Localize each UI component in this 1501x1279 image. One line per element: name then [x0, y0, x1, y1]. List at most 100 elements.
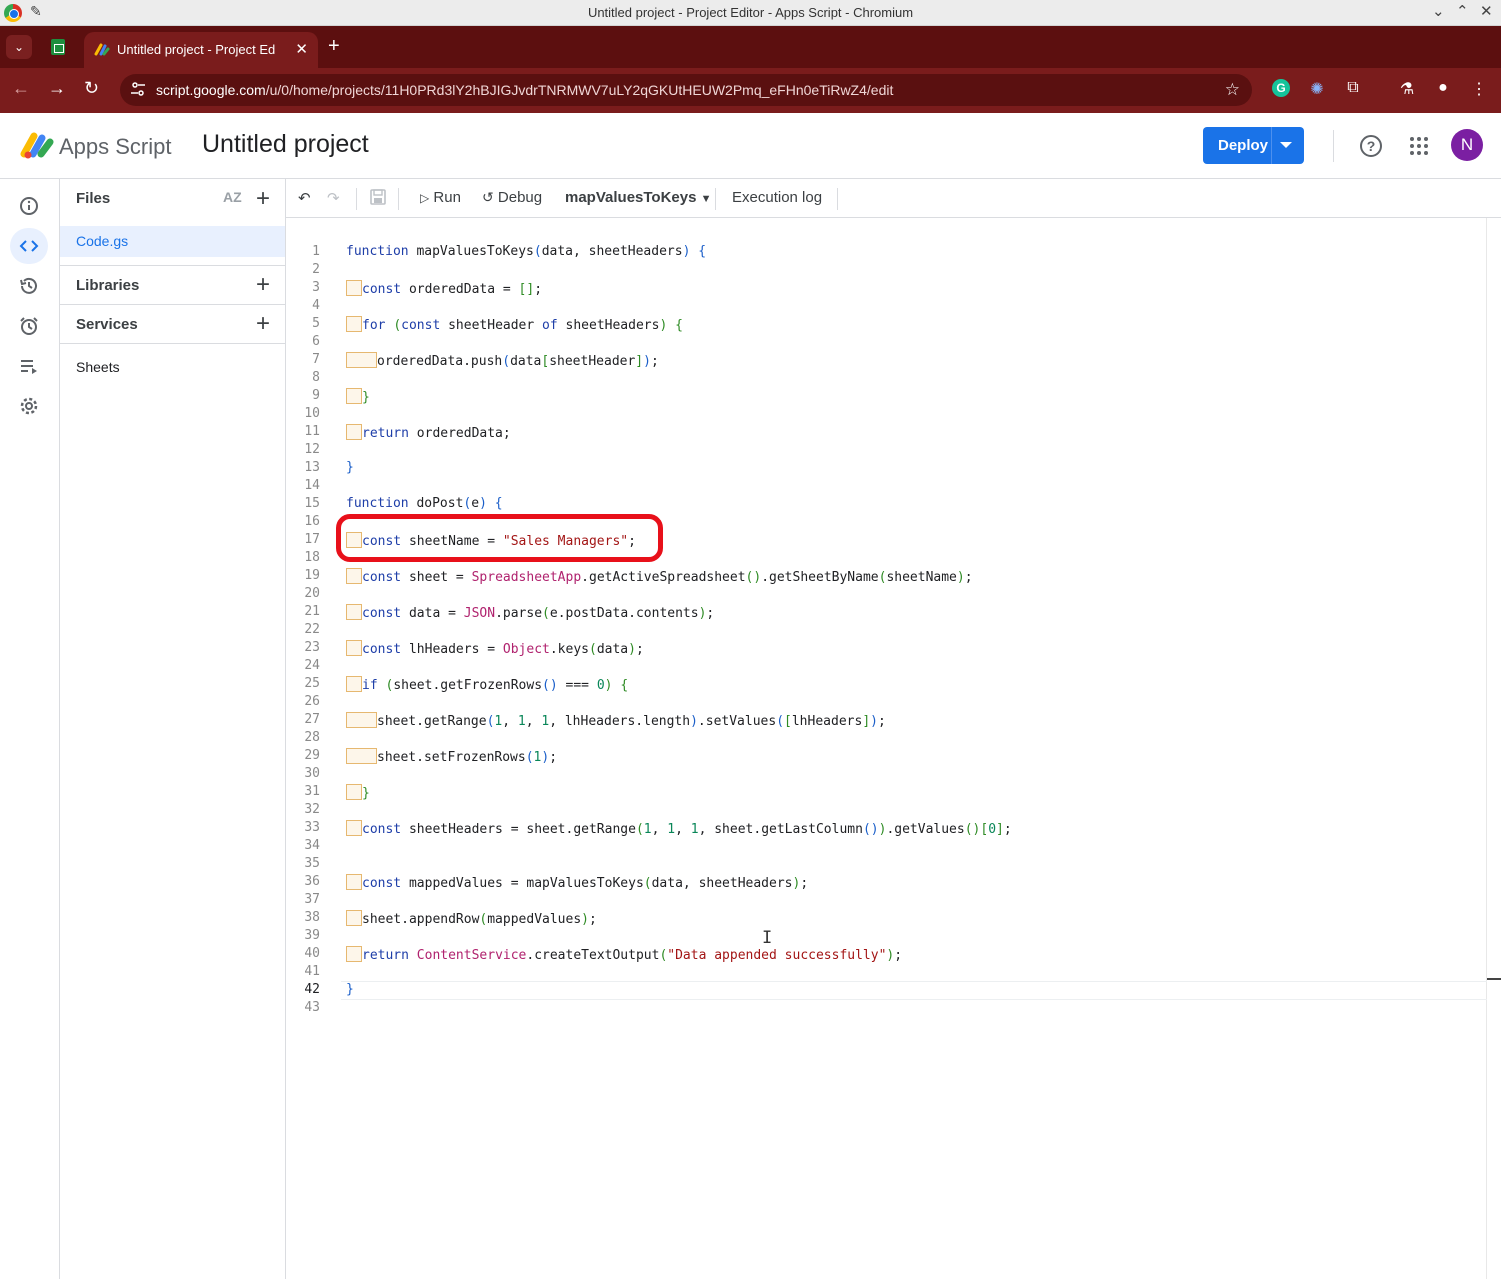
- code-line[interactable]: 21 const data = JSON.parse(e.postData.con…: [286, 604, 1486, 622]
- sheets-icon: [51, 39, 65, 55]
- executions-nav[interactable]: [10, 348, 48, 384]
- code-line[interactable]: 43: [286, 1000, 1486, 1018]
- execution-log-button[interactable]: Execution log: [732, 189, 822, 206]
- code-line[interactable]: 30: [286, 766, 1486, 784]
- service-item-sheets[interactable]: Sheets: [76, 359, 120, 375]
- code-line[interactable]: 8: [286, 370, 1486, 388]
- tab-search-chevron-icon[interactable]: ⌄: [6, 35, 32, 59]
- code-line[interactable]: 33 const sheetHeaders = sheet.getRange(1,…: [286, 820, 1486, 838]
- new-tab-button[interactable]: +: [328, 35, 340, 58]
- line-number: 40: [304, 946, 320, 961]
- project-title[interactable]: Untitled project: [202, 130, 369, 159]
- undo-icon[interactable]: ↶: [298, 189, 311, 207]
- deploy-dropdown-icon[interactable]: [1280, 142, 1292, 148]
- code-line[interactable]: 7 orderedData.push(data[sheetHeader]);: [286, 352, 1486, 370]
- bookmark-star-icon[interactable]: ☆: [1225, 80, 1240, 100]
- overview-nav[interactable]: [10, 188, 48, 224]
- code-line[interactable]: 28: [286, 730, 1486, 748]
- code-line[interactable]: 29 sheet.setFrozenRows(1);: [286, 748, 1486, 766]
- url-text[interactable]: script.google.com/u/0/home/projects/11H0…: [156, 82, 893, 98]
- avatar[interactable]: N: [1451, 129, 1483, 161]
- add-service-button[interactable]: +: [256, 312, 270, 336]
- debug-button[interactable]: ↺ Debug: [482, 189, 542, 206]
- code-line[interactable]: 15 function doPost(e) {: [286, 496, 1486, 514]
- code-line[interactable]: 2: [286, 262, 1486, 280]
- code-line[interactable]: 20: [286, 586, 1486, 604]
- code-line[interactable]: 27 sheet.getRange(1, 1, 1, lhHeaders.leng…: [286, 712, 1486, 730]
- line-number: 34: [304, 838, 320, 853]
- line-content: function mapValuesToKeys(data, sheetHead…: [346, 244, 707, 259]
- code-line[interactable]: 22: [286, 622, 1486, 640]
- save-disk-icon: [370, 189, 386, 205]
- redo-icon[interactable]: ↷: [327, 189, 340, 207]
- code-line[interactable]: 23 const lhHeaders = Object.keys(data);: [286, 640, 1486, 658]
- code-line[interactable]: 32: [286, 802, 1486, 820]
- deploy-button[interactable]: Deploy: [1203, 127, 1304, 164]
- code-line[interactable]: 11 return orderedData;: [286, 424, 1486, 442]
- extension-gear-icon[interactable]: ✺: [1306, 79, 1328, 101]
- code-line[interactable]: 4: [286, 298, 1486, 316]
- code-line[interactable]: 40 return ContentService.createTextOutput…: [286, 946, 1486, 964]
- code-line[interactable]: 35: [286, 856, 1486, 874]
- add-file-button[interactable]: +: [256, 187, 270, 211]
- code-line[interactable]: 26: [286, 694, 1486, 712]
- sort-files-button[interactable]: AZ: [223, 189, 242, 205]
- function-select[interactable]: mapValuesToKeys ▼: [565, 189, 712, 206]
- labs-flask-icon[interactable]: ⚗: [1396, 79, 1418, 101]
- google-apps-icon[interactable]: [1410, 137, 1428, 155]
- profile-icon[interactable]: ●: [1432, 79, 1454, 101]
- line-content: const data = JSON.parse(e.postData.conte…: [346, 604, 714, 621]
- toolbar-row: ← → ↻ script.google.com/u/0/home/project…: [0, 68, 1501, 113]
- code-line[interactable]: 19 const sheet = SpreadsheetApp.getActive…: [286, 568, 1486, 586]
- tab-apps-script[interactable]: Untitled project - Project Ed ✕: [84, 32, 318, 68]
- code-line[interactable]: 24: [286, 658, 1486, 676]
- help-icon[interactable]: ?: [1360, 135, 1382, 157]
- triggers-nav[interactable]: [10, 308, 48, 344]
- pinned-tab-sheets[interactable]: [44, 35, 72, 59]
- editor-nav[interactable]: [10, 228, 48, 264]
- line-number: 39: [304, 928, 320, 943]
- run-button[interactable]: ▷ Run: [420, 189, 461, 206]
- file-item-code-gs[interactable]: Code.gs: [60, 226, 285, 257]
- browser-menu-icon[interactable]: ⋮: [1468, 79, 1490, 101]
- code-line[interactable]: 37: [286, 892, 1486, 910]
- history-nav[interactable]: [10, 268, 48, 304]
- code-editor[interactable]: 1 function mapValuesToKeys(data, sheetHea…: [286, 218, 1501, 1279]
- code-line[interactable]: 39: [286, 928, 1486, 946]
- code-line[interactable]: 25 if (sheet.getFrozenRows() === 0) {: [286, 676, 1486, 694]
- code-line[interactable]: 1 function mapValuesToKeys(data, sheetHea…: [286, 244, 1486, 262]
- code-line[interactable]: 10: [286, 406, 1486, 424]
- tab-close-icon[interactable]: ✕: [295, 40, 308, 58]
- code-line[interactable]: 42}: [286, 982, 1486, 1000]
- maximize-icon[interactable]: ⌃: [1456, 2, 1469, 20]
- scrollbar-marker[interactable]: [1487, 978, 1501, 980]
- close-window-icon[interactable]: ✕: [1480, 2, 1493, 20]
- code-line[interactable]: 5 for (const sheetHeader of sheetHeaders)…: [286, 316, 1486, 334]
- settings-nav[interactable]: [10, 388, 48, 424]
- debug-label: Debug: [497, 189, 543, 206]
- code-line[interactable]: 34: [286, 838, 1486, 856]
- save-button[interactable]: [370, 189, 386, 207]
- code-line[interactable]: 12: [286, 442, 1486, 460]
- code-line[interactable]: 3 const orderedData = [];: [286, 280, 1486, 298]
- code-line[interactable]: 31}: [286, 784, 1486, 802]
- address-bar[interactable]: script.google.com/u/0/home/projects/11H0…: [120, 74, 1252, 106]
- line-content: sheet.setFrozenRows(1);: [346, 748, 557, 765]
- reload-icon[interactable]: ↻: [84, 78, 99, 99]
- back-icon[interactable]: ←: [12, 78, 30, 99]
- line-number: 3: [312, 280, 320, 295]
- extensions-puzzle-icon[interactable]: ⧉: [1342, 79, 1364, 101]
- code-line[interactable]: 41: [286, 964, 1486, 982]
- grammarly-icon[interactable]: G: [1270, 79, 1292, 101]
- code-line[interactable]: 9}: [286, 388, 1486, 406]
- line-content: const sheetHeaders = sheet.getRange(1, 1…: [346, 820, 1012, 837]
- forward-icon[interactable]: →: [48, 78, 66, 99]
- code-line[interactable]: 36 const mappedValues = mapValuesToKeys(d…: [286, 874, 1486, 892]
- minimize-icon[interactable]: ⌄: [1432, 2, 1445, 20]
- site-settings-icon[interactable]: [130, 81, 146, 97]
- code-line[interactable]: 6: [286, 334, 1486, 352]
- code-line[interactable]: 38 sheet.appendRow(mappedValues);: [286, 910, 1486, 928]
- code-line[interactable]: 13}: [286, 460, 1486, 478]
- code-line[interactable]: 14: [286, 478, 1486, 496]
- add-library-button[interactable]: +: [256, 273, 270, 297]
